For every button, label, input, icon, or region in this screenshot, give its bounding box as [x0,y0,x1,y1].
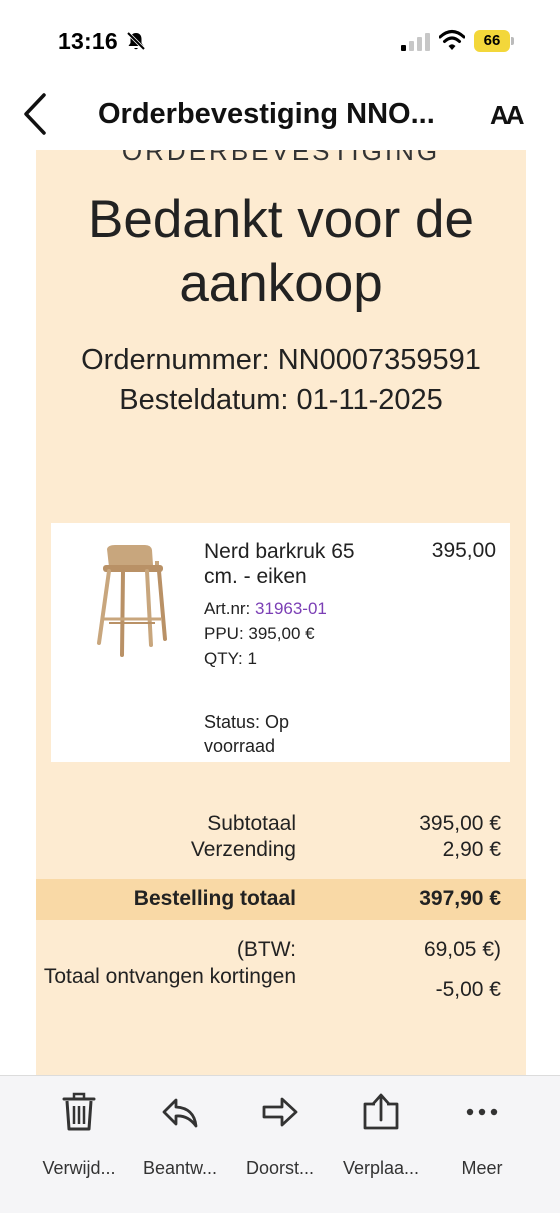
more-label: Meer [461,1158,503,1178]
reply-label: Beantw... [142,1158,218,1178]
bar-stool-product-image [97,545,167,657]
item-qty: QTY: 1 [204,649,257,668]
back-chevron-icon[interactable] [22,92,48,136]
move-label: Verplaa... [342,1158,420,1178]
navigation-bar: Orderbevestiging NNO... AA [0,84,560,150]
shipping-value: 2,90 € [442,838,501,861]
item-status: Status: Op voorraad [204,712,290,756]
order-total-label: Bestelling totaal [133,887,296,910]
move-button[interactable]: Verplaa... [326,1092,436,1192]
discounts-label: Totaal ontvangen kortingen [43,965,296,988]
item-name: Nerd barkruk 65 cm. - eiken [204,540,355,588]
status-time: 13:16 [58,28,118,54]
email-subject-title: Orderbevestiging NNO... [98,98,435,130]
order-total-value: 397,90 € [419,887,501,910]
forward-arrow-icon [262,1097,298,1127]
subtotal-value: 395,00 € [419,812,501,835]
item-ppu: PPU: 395,00 € [204,624,315,643]
cellular-signal-icon [401,33,430,51]
mail-toolbar: Verwijd... Beantw... Doorst... Verplaa..… [0,1075,560,1213]
wifi-icon [439,30,465,50]
more-ellipsis-icon [466,1108,498,1116]
reply-arrow-icon [162,1098,198,1128]
delete-label: Verwijd... [42,1158,116,1178]
more-button[interactable]: Meer [427,1092,537,1192]
status-bar: 13:16 66 [0,0,560,84]
order-item-card: Nerd barkruk 65 cm. - eiken 395,00 Art.n… [51,523,510,762]
item-price: 395,00 [431,539,496,562]
email-body: ORDERBEVESTIGING Bedankt voor de aankoop… [36,150,526,1075]
vat-value: 69,05 €) [423,938,501,961]
delete-button[interactable]: Verwijd... [24,1092,134,1192]
forward-label: Doorst... [245,1158,315,1178]
email-section-heading: ORDERBEVESTIGING [121,150,441,166]
battery-icon: 66 [474,30,514,52]
shipping-label: Verzending [190,838,296,861]
thank-you-headline: Bedankt voor de aankoop [88,190,474,313]
reply-button[interactable]: Beantw... [125,1092,235,1192]
order-total-row: Bestelling totaal 397,90 € [36,879,526,920]
article-number-link[interactable]: 31963-01 [255,599,327,618]
subtotal-label: Subtotaal [207,812,296,835]
article-label: Art.nr: [204,599,251,618]
discounts-value: -5,00 € [435,978,501,1001]
order-info: Ordernummer: NN0007359591 Besteldatum: 0… [36,340,526,420]
text-size-button[interactable]: AA [490,100,525,131]
forward-button[interactable]: Doorst... [225,1092,335,1192]
vat-label: (BTW: [236,938,296,961]
order-number: Ordernummer: NN0007359591 [81,344,481,376]
bell-muted-icon [126,31,146,51]
item-article: Art.nr: 31963-01 [204,599,464,619]
battery-level: 66 [483,32,501,49]
trash-icon [62,1092,96,1131]
move-to-folder-icon [363,1093,399,1130]
order-date: Besteldatum: 01-11-2025 [119,384,443,416]
